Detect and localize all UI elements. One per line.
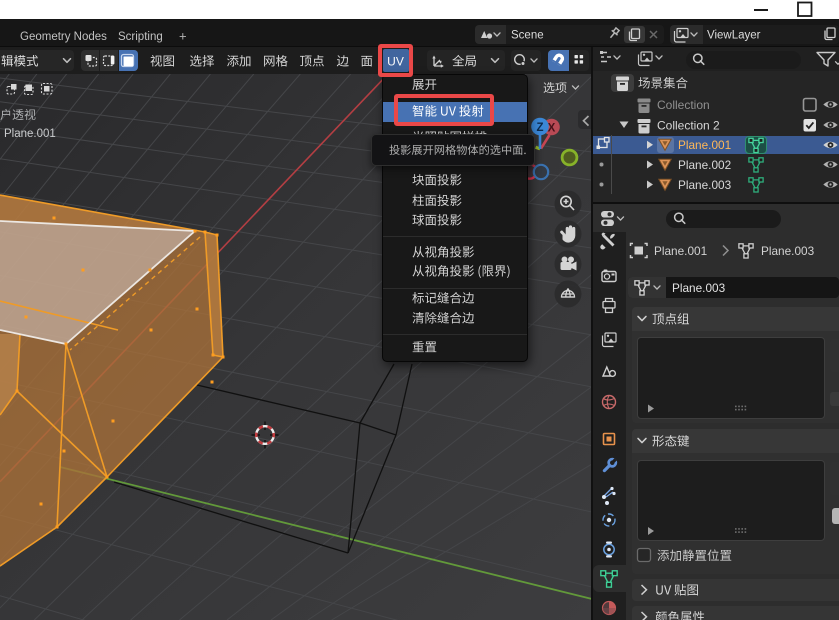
svg-text:X: X — [548, 123, 556, 135]
svg-text:Z: Z — [536, 122, 543, 134]
